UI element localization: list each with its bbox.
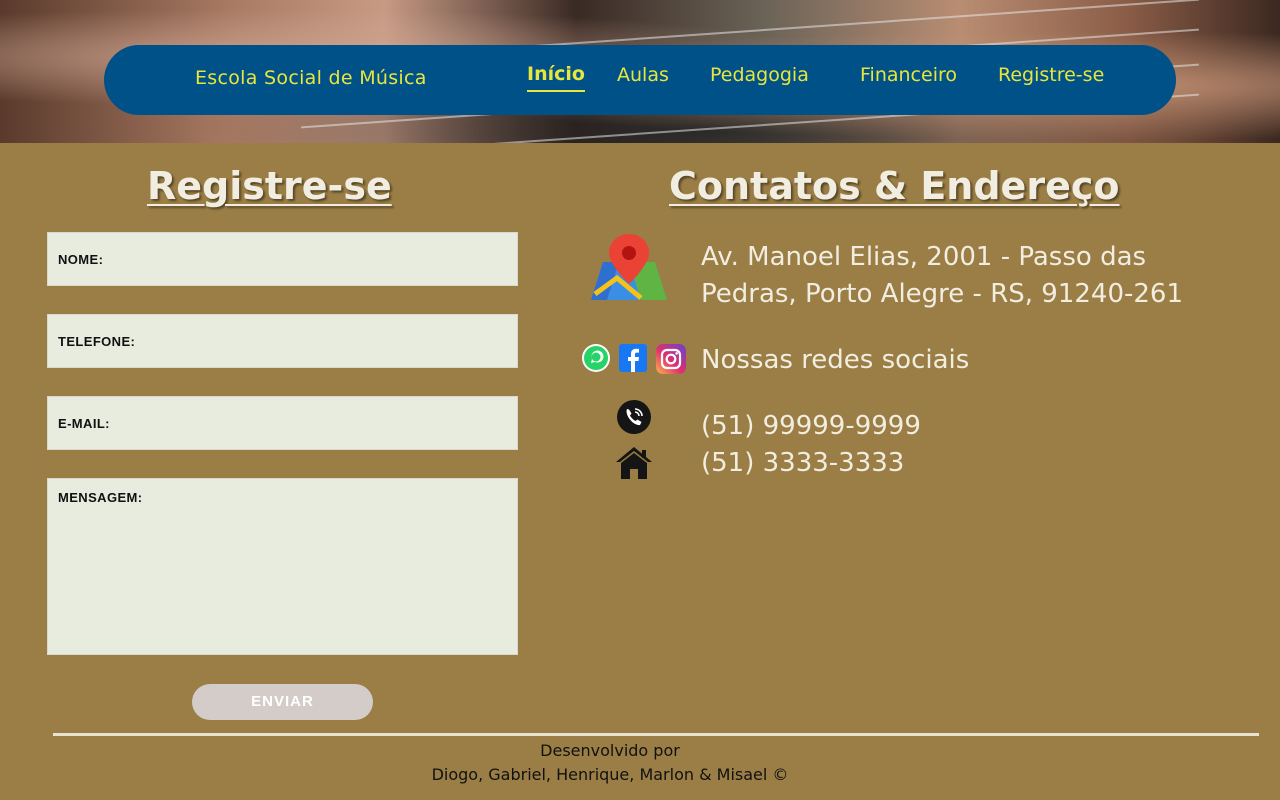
- phone-icon[interactable]: [616, 399, 652, 435]
- email-label: E-MAIL:: [58, 416, 110, 431]
- telefone-label: TELEFONE:: [58, 334, 136, 349]
- phone-mobile: (51) 99999-9999: [701, 411, 921, 441]
- instagram-icon[interactable]: [656, 344, 686, 374]
- footer-credit-label: Desenvolvido por: [540, 741, 680, 760]
- brand-title[interactable]: Escola Social de Música: [195, 67, 427, 89]
- mensagem-field[interactable]: MENSAGEM:: [47, 478, 518, 655]
- contacts-title: Contatos & Endereço: [669, 164, 1120, 208]
- address-line-1: Av. Manoel Elias, 2001 - Passo das: [701, 242, 1147, 272]
- mensagem-label: MENSAGEM:: [58, 490, 143, 505]
- map-pin-icon[interactable]: [589, 232, 669, 304]
- phone-home: (51) 3333-3333: [701, 448, 905, 478]
- facebook-icon[interactable]: [619, 344, 647, 372]
- nav-item-financeiro[interactable]: Financeiro: [860, 64, 957, 86]
- send-button[interactable]: ENVIAR: [192, 684, 373, 720]
- top-navbar: Escola Social de Música Início Aulas Ped…: [104, 45, 1176, 115]
- nav-item-registre-se[interactable]: Registre-se: [998, 64, 1104, 86]
- telefone-field[interactable]: TELEFONE:: [47, 314, 518, 368]
- nav-item-inicio[interactable]: Início: [527, 63, 585, 92]
- form-title: Registre-se: [147, 164, 392, 208]
- footer-divider: [53, 733, 1259, 736]
- nome-label: NOME:: [58, 252, 104, 267]
- address-line-2: Pedras, Porto Alegre - RS, 91240-261: [701, 279, 1184, 309]
- nav-item-pedagogia[interactable]: Pedagogia: [710, 64, 809, 86]
- nome-field[interactable]: NOME:: [47, 232, 518, 286]
- email-field[interactable]: E-MAIL:: [47, 396, 518, 450]
- social-label: Nossas redes sociais: [701, 345, 970, 375]
- home-icon[interactable]: [616, 446, 652, 480]
- whatsapp-icon[interactable]: [581, 343, 611, 373]
- footer-authors: Diogo, Gabriel, Henrique, Marlon & Misae…: [431, 765, 789, 784]
- nav-item-aulas[interactable]: Aulas: [617, 64, 669, 86]
